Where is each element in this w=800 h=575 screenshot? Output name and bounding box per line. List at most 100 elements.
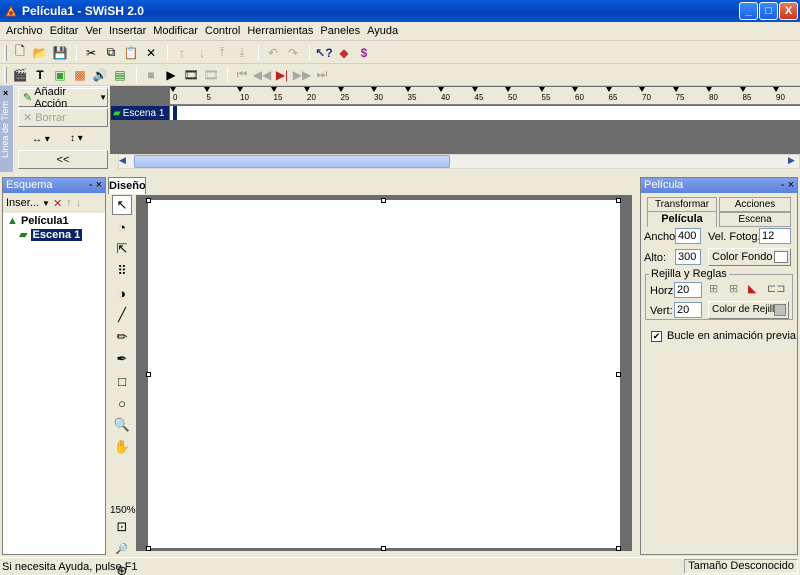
motion-path-icon[interactable]: ⠿ [112, 261, 132, 281]
menu-modificar[interactable]: Modificar [153, 25, 198, 37]
tab-scene[interactable]: Escena [719, 212, 791, 227]
resize-handle[interactable] [616, 546, 621, 551]
background-color-button[interactable]: Color Fondo [708, 248, 791, 266]
cut-icon[interactable]: ✂ [82, 44, 100, 62]
toolbar-grip[interactable] [4, 44, 7, 61]
move-top-icon[interactable]: ⤒ [213, 44, 231, 62]
tab-movie[interactable]: Película [647, 211, 717, 227]
prev-frame-icon[interactable]: ◀◀ [253, 66, 271, 84]
height-input[interactable]: 300 [675, 249, 701, 265]
line-icon[interactable]: ╱ [112, 305, 132, 325]
move-up-icon[interactable]: ↑ [173, 44, 191, 62]
help-pointer-icon[interactable]: ↖? [315, 44, 333, 62]
paste-icon[interactable]: 📋 [122, 44, 140, 62]
next-frame-icon[interactable]: ▶▶ [293, 66, 311, 84]
first-frame-icon[interactable]: ⏮ [233, 66, 251, 84]
resize-handle[interactable] [146, 372, 151, 377]
stop-icon[interactable]: ■ [142, 66, 160, 84]
snap-object-icon[interactable]: ◣ [748, 282, 756, 295]
grid-color-button[interactable]: Color de Rejilla [708, 301, 789, 319]
delete-button[interactable]: ✕ Borrar [18, 108, 108, 127]
scene-frame-track[interactable] [170, 106, 800, 120]
properties-close-icon[interactable]: - × [781, 178, 794, 193]
pencil-icon[interactable]: ✏ [112, 327, 132, 347]
copy-icon[interactable]: ⧉ [102, 44, 120, 62]
menu-paneles[interactable]: Paneles [320, 25, 360, 37]
dollar-icon[interactable]: $ [355, 44, 373, 62]
timeline-scroll-thumb[interactable] [134, 155, 450, 168]
add-action-button[interactable]: ✎ Añadir Acción ▼ [18, 86, 108, 110]
frame-rate-input[interactable]: 12 [759, 228, 791, 244]
scene-row-label[interactable]: ▰ Escena 1 [111, 106, 169, 120]
frame-ruler[interactable]: 05101520253035404550556065707580859095 [170, 87, 800, 105]
vert-input[interactable]: 20 [674, 302, 702, 318]
minimize-button[interactable]: _ [739, 2, 758, 20]
select-arrow-icon[interactable]: ↖ [112, 195, 132, 215]
menu-ver[interactable]: Ver [85, 25, 102, 37]
resize-handle[interactable] [616, 198, 621, 203]
close-button[interactable]: X [779, 2, 798, 20]
collapse-button[interactable]: << [18, 150, 108, 169]
menu-herramientas[interactable]: Herramientas [247, 25, 313, 37]
last-frame-icon[interactable]: ⏭ [313, 66, 331, 84]
play-scene-icon[interactable]: 🎞 [182, 66, 200, 84]
loop-checkbox[interactable]: ✔ [651, 331, 662, 342]
scroll-left-icon[interactable]: ◀ [119, 155, 126, 166]
resize-handle[interactable] [381, 546, 386, 551]
stage[interactable] [148, 200, 620, 548]
outline-close-icon[interactable]: - × [89, 178, 102, 193]
move-down-icon[interactable]: ↓ [193, 44, 211, 62]
timeline-side-tab[interactable]: Línea de Tiem [0, 86, 13, 172]
menu-insertar[interactable]: Insertar [109, 25, 146, 37]
subselect-icon[interactable]: ⇱ [112, 239, 132, 259]
resize-handle[interactable] [381, 198, 386, 203]
insert-effect-icon[interactable]: ▤ [111, 66, 129, 84]
resize-handle[interactable] [616, 372, 621, 377]
timeline-close-icon[interactable]: × [3, 88, 8, 98]
outline-delete-icon[interactable]: ✕ [53, 197, 62, 210]
menu-archivo[interactable]: Archivo [6, 25, 43, 37]
width-input[interactable]: 400 [675, 228, 701, 244]
tab-actions[interactable]: Acciones [719, 197, 791, 212]
delete-x-icon[interactable]: ✕ [142, 44, 160, 62]
resize-handle[interactable] [146, 198, 151, 203]
pen-icon[interactable]: ✒ [112, 349, 132, 369]
tab-transform[interactable]: Transformar [647, 197, 717, 212]
chevron-down-icon[interactable]: ▼ [42, 199, 50, 208]
save-icon[interactable]: 💾 [51, 44, 69, 62]
frame-width-icon[interactable]: ↔ ▾ [32, 134, 50, 145]
zoom-icon[interactable]: 🔍 [112, 415, 132, 435]
menu-control[interactable]: Control [205, 25, 240, 37]
move-bottom-icon[interactable]: ⤓ [233, 44, 251, 62]
rectangle-icon[interactable]: □ [112, 371, 132, 391]
tab-design[interactable]: Diseño [108, 177, 146, 194]
outline-down-icon[interactable]: ↓ [76, 197, 82, 209]
outline-insert-dropdown[interactable]: Inser... [6, 197, 39, 209]
zoom-fit-icon[interactable]: ⊡ [112, 517, 132, 537]
snap-grid-icon[interactable]: ⊞ [729, 282, 738, 295]
insert-image-icon[interactable]: ▣ [51, 66, 69, 84]
open-folder-icon[interactable]: 📂 [31, 44, 49, 62]
hand-icon[interactable]: ✋ [112, 437, 132, 457]
web-icon[interactable]: ◆ [335, 44, 353, 62]
toolbar-grip[interactable] [4, 66, 7, 83]
reshape-icon[interactable]: ◔ [112, 217, 132, 237]
rulers-icon[interactable]: ⊏⊐ [767, 282, 785, 295]
maximize-button[interactable]: □ [759, 2, 778, 20]
menu-ayuda[interactable]: Ayuda [367, 25, 398, 37]
ellipse-icon[interactable]: ○ [112, 393, 132, 413]
frame-height-icon[interactable]: ↕ ▾ [70, 133, 83, 144]
scroll-right-icon[interactable]: ▶ [788, 155, 795, 166]
play-icon[interactable]: ▶ [162, 66, 180, 84]
zoom-100-icon[interactable]: 🔎 [112, 539, 132, 559]
play-movie-icon[interactable]: 🎞 [202, 66, 220, 84]
horz-input[interactable]: 20 [674, 282, 702, 298]
redo-icon[interactable]: ↷ [284, 44, 302, 62]
goto-frame-icon[interactable]: ▶| [273, 66, 291, 84]
tree-item-movie[interactable]: ▲ Película1 [7, 215, 101, 227]
new-file-icon[interactable]: 🗋 [11, 44, 29, 62]
tree-item-scene[interactable]: ▰ Escena 1 [19, 228, 101, 241]
playhead[interactable] [173, 106, 177, 120]
insert-text-icon[interactable]: T [31, 66, 49, 84]
outline-up-icon[interactable]: ↑ [66, 197, 72, 209]
